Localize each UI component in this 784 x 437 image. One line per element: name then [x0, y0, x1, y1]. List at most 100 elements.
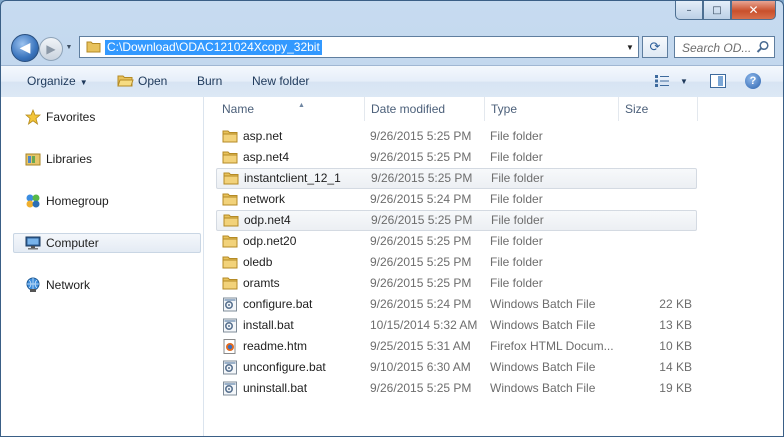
- file-name: instantclient_12_1: [244, 171, 341, 185]
- batch-file-icon: [223, 297, 237, 312]
- recent-pages-dropdown[interactable]: ▼: [64, 41, 74, 53]
- homegroup-icon: [25, 193, 41, 209]
- address-path[interactable]: C:\Download\ODAC121024Xcopy_32bit: [105, 40, 322, 55]
- file-name: readme.htm: [243, 339, 308, 353]
- nav-item-homegroup[interactable]: Homegroup: [13, 191, 201, 211]
- file-name: network: [243, 192, 286, 206]
- file-name: install.bat: [243, 318, 294, 332]
- preview-pane-icon[interactable]: [710, 74, 726, 88]
- file-name: oledb: [243, 255, 273, 269]
- file-size: 13 KB: [659, 318, 692, 332]
- file-size: 10 KB: [659, 339, 692, 353]
- nav-label: Network: [46, 278, 91, 292]
- nav-label: Libraries: [46, 152, 93, 166]
- views-dropdown[interactable]: ▼: [680, 66, 688, 97]
- file-name: odp.net4: [244, 213, 291, 227]
- open-button[interactable]: Open: [138, 66, 167, 97]
- file-type: File folder: [490, 129, 543, 143]
- file-name: configure.bat: [243, 297, 313, 311]
- search-box[interactable]: Search OD...: [674, 36, 775, 58]
- file-row[interactable]: instantclient_12_1 9/26/2015 5:25 PM File …: [216, 168, 697, 189]
- file-type: Firefox HTML Docum...: [490, 339, 614, 353]
- minimize-button[interactable]: –: [675, 1, 703, 20]
- file-row[interactable]: network 9/26/2015 5:24 PM File folder: [216, 189, 697, 210]
- file-date-modified: 9/26/2015 5:24 PM: [370, 297, 472, 311]
- column-header-size[interactable]: Size: [619, 97, 698, 121]
- file-size: 22 KB: [659, 297, 692, 311]
- search-icon: [756, 40, 769, 53]
- column-header-date[interactable]: Date modified: [365, 97, 485, 121]
- file-date-modified: 9/26/2015 5:25 PM: [370, 381, 472, 395]
- maximize-button[interactable]: □: [703, 1, 731, 20]
- file-row[interactable]: odp.net20 9/26/2015 5:25 PM File folder: [216, 231, 697, 252]
- file-row[interactable]: configure.bat 9/26/2015 5:24 PM Windows Ba…: [216, 294, 697, 315]
- organize-button[interactable]: Organize ▼: [27, 66, 88, 97]
- address-bar[interactable]: C:\Download\ODAC121024Xcopy_32bit ▼: [79, 36, 639, 58]
- new-folder-button[interactable]: New folder: [252, 66, 309, 97]
- file-name: unconfigure.bat: [243, 360, 326, 374]
- arrow-left-icon: ◀: [19, 40, 31, 56]
- file-row[interactable]: asp.net4 9/26/2015 5:25 PM File folder: [216, 147, 697, 168]
- chevron-down-icon: ▼: [626, 42, 634, 52]
- file-size: [616, 147, 692, 168]
- column-header-label: Date modified: [371, 102, 446, 116]
- chevron-down-icon: ▼: [79, 78, 88, 87]
- views-icon[interactable]: [655, 75, 669, 87]
- file-name: oramts: [243, 276, 280, 290]
- nav-item-network[interactable]: Network: [13, 275, 201, 295]
- burn-button[interactable]: Burn: [197, 66, 222, 97]
- nav-label: Homegroup: [46, 194, 109, 208]
- network-icon: [25, 277, 41, 293]
- folder-icon: [86, 41, 101, 53]
- folder-icon: [222, 151, 238, 164]
- help-icon[interactable]: ?: [745, 73, 761, 89]
- file-size: [617, 211, 693, 232]
- navigation-pane: Favorites Libraries Homegroup Computer N…: [1, 97, 204, 436]
- file-row[interactable]: asp.net 9/26/2015 5:25 PM File folder: [216, 126, 697, 147]
- folder-icon: [222, 235, 238, 248]
- nav-item-favorites[interactable]: Favorites: [13, 107, 201, 127]
- nav-item-libraries[interactable]: Libraries: [13, 149, 201, 169]
- file-type: File folder: [491, 171, 544, 185]
- file-row[interactable]: oledb 9/26/2015 5:25 PM File folder: [216, 252, 697, 273]
- file-row[interactable]: install.bat 10/15/2014 5:32 AM Windows Bat…: [216, 315, 697, 336]
- file-type: File folder: [490, 150, 543, 164]
- organize-label: Organize: [27, 74, 76, 88]
- file-row[interactable]: oramts 9/26/2015 5:25 PM File folder: [216, 273, 697, 294]
- file-name: uninstall.bat: [243, 381, 308, 395]
- file-size: [616, 252, 692, 273]
- file-row[interactable]: unconfigure.bat 9/10/2015 6:30 AM Windows …: [216, 357, 697, 378]
- refresh-button[interactable]: ⟳: [642, 36, 668, 58]
- file-size: [616, 126, 692, 147]
- file-type: Windows Batch File: [490, 297, 596, 311]
- file-size: [616, 273, 692, 294]
- open-folder-icon: [117, 75, 134, 87]
- forward-button[interactable]: ▶: [39, 37, 63, 61]
- file-size: [616, 189, 692, 210]
- file-list: ▲ Name Date modified Type Size asp.net 9/…: [204, 97, 783, 436]
- folder-icon: [222, 193, 238, 206]
- file-size: [617, 169, 693, 190]
- file-type: File folder: [490, 192, 543, 206]
- file-row[interactable]: readme.htm 9/25/2015 5:31 AM Firefox HTML …: [216, 336, 697, 357]
- explorer-window: – □ ✕ ◀ ▶ ▼ C:\Download\ODAC121024Xcopy_…: [0, 0, 784, 437]
- file-type: File folder: [490, 255, 543, 269]
- file-type: Windows Batch File: [490, 360, 596, 374]
- caption-buttons: – □ ✕: [675, 1, 776, 20]
- address-dropdown[interactable]: ▼: [622, 37, 638, 57]
- file-name: odp.net20: [243, 234, 297, 248]
- star-icon: [25, 109, 41, 125]
- search-input[interactable]: Search OD...: [682, 41, 751, 55]
- nav-item-computer[interactable]: Computer: [13, 233, 201, 253]
- html-file-icon: [223, 339, 236, 354]
- nav-label: Computer: [46, 236, 99, 250]
- file-row[interactable]: uninstall.bat 9/26/2015 5:25 PM Windows Ba…: [216, 378, 697, 399]
- file-row[interactable]: odp.net4 9/26/2015 5:25 PM File folder: [216, 210, 697, 231]
- file-date-modified: 9/26/2015 5:25 PM: [370, 276, 472, 290]
- column-header-type[interactable]: Type: [485, 97, 619, 121]
- column-header-name[interactable]: ▲ Name: [216, 97, 365, 121]
- close-button[interactable]: ✕: [731, 1, 776, 20]
- file-size: 14 KB: [659, 360, 692, 374]
- back-button[interactable]: ◀: [11, 34, 39, 62]
- file-name: asp.net4: [243, 150, 290, 164]
